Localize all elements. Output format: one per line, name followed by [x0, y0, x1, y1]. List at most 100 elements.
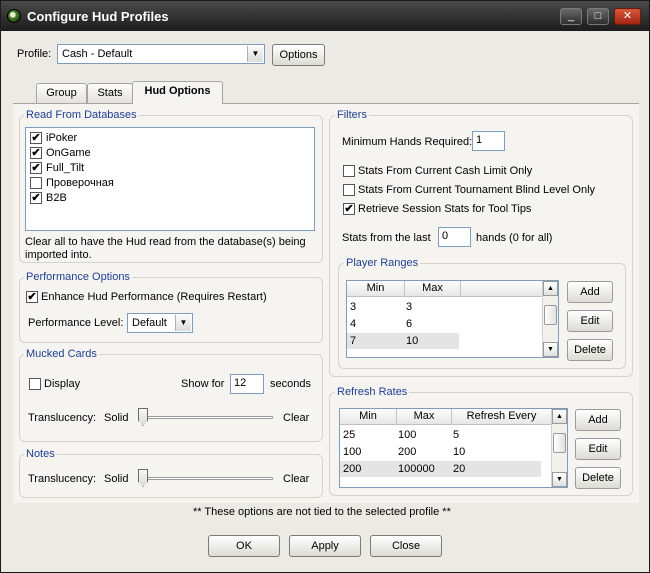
solid-label: Solid: [104, 412, 129, 424]
profile-label: Profile:: [17, 48, 52, 60]
min-hands-input[interactable]: 1: [472, 131, 505, 151]
session-stats-label: Retrieve Session Stats for Tool Tips: [358, 203, 532, 215]
list-item: Full_Tilt: [46, 162, 85, 174]
performance-options-title: Performance Options: [24, 271, 132, 283]
show-for-label: Show for: [181, 378, 225, 390]
table-cell[interactable]: 3: [406, 299, 412, 315]
min-hands-label: Minimum Hands Required:: [342, 136, 473, 148]
table-cell[interactable]: 7: [350, 333, 356, 349]
cash-limit-label: Stats From Current Cash Limit Only: [358, 165, 533, 177]
apply-button[interactable]: Apply: [289, 535, 361, 557]
ok-button[interactable]: OK: [208, 535, 280, 557]
column-header-blank: [461, 281, 543, 297]
solid-label: Solid: [104, 473, 129, 485]
scroll-down-icon[interactable]: ▼: [552, 472, 567, 487]
column-header-max[interactable]: Max: [405, 281, 461, 297]
title-bar: Configure Hud Profiles _ □ ✕: [1, 1, 649, 31]
table-cell[interactable]: 25: [343, 427, 355, 443]
checkbox-ipoker[interactable]: ✔: [30, 132, 42, 144]
close-button[interactable]: Close: [370, 535, 442, 557]
read-from-databases-title: Read From Databases: [24, 109, 139, 121]
tab-hud-options[interactable]: Hud Options: [132, 81, 223, 104]
scroll-thumb[interactable]: [553, 433, 566, 453]
stats-last-label: Stats from the last: [342, 232, 431, 244]
player-ranges-table[interactable]: Min Max 3 3 4 6 7 10 ▲ ▼: [346, 280, 559, 358]
table-cell[interactable]: 10: [453, 444, 465, 460]
player-ranges-title: Player Ranges: [344, 257, 421, 269]
checkbox-full-tilt[interactable]: ✔: [30, 162, 42, 174]
table-cell[interactable]: 6: [406, 316, 412, 332]
profile-select[interactable]: Cash - Default ▼: [57, 44, 265, 64]
column-header-refresh-every[interactable]: Refresh Every: [452, 409, 552, 425]
table-cell[interactable]: 20: [453, 461, 465, 477]
tab-group[interactable]: Group: [36, 83, 87, 103]
app-icon: [7, 9, 21, 23]
checkbox-proverochnaya[interactable]: [30, 177, 42, 189]
list-item: OnGame: [46, 147, 91, 159]
chevron-down-icon[interactable]: ▼: [175, 315, 191, 331]
column-header-min[interactable]: Min: [347, 281, 405, 297]
translucency-label: Translucency:: [28, 412, 97, 424]
player-ranges-delete-button[interactable]: Delete: [567, 339, 613, 361]
checkbox-b2b[interactable]: ✔: [30, 192, 42, 204]
vertical-scrollbar[interactable]: ▲ ▼: [551, 409, 567, 487]
checkbox-ongame[interactable]: ✔: [30, 147, 42, 159]
list-item: iPoker: [46, 132, 78, 144]
seconds-label: seconds: [270, 378, 311, 390]
database-note-line2: imported into.: [25, 249, 92, 261]
enhance-hud-checkbox[interactable]: ✔: [26, 291, 38, 303]
performance-level-select[interactable]: Default ▼: [127, 313, 193, 333]
tournament-blind-label: Stats From Current Tournament Blind Leve…: [358, 184, 596, 196]
player-ranges-edit-button[interactable]: Edit: [567, 310, 613, 332]
performance-level-value: Default: [132, 317, 167, 329]
table-cell[interactable]: 10: [406, 333, 418, 349]
filters-title: Filters: [335, 109, 369, 121]
mucked-translucency-track[interactable]: [139, 416, 273, 419]
refresh-rates-table[interactable]: Min Max Refresh Every 25 100 5 100 200 1…: [339, 408, 568, 488]
table-cell[interactable]: 5: [453, 427, 459, 443]
cash-limit-checkbox[interactable]: [343, 165, 355, 177]
database-list[interactable]: ✔ iPoker ✔ OnGame ✔ Full_Tilt Проверочна…: [25, 127, 315, 231]
notes-translucency-track[interactable]: [139, 477, 273, 480]
maximize-button[interactable]: □: [587, 8, 609, 25]
refresh-rates-edit-button[interactable]: Edit: [575, 438, 621, 460]
scroll-up-icon[interactable]: ▲: [552, 409, 567, 424]
show-for-input[interactable]: 12: [230, 374, 264, 394]
column-header-min[interactable]: Min: [340, 409, 397, 425]
hands-label: hands (0 for all): [476, 232, 553, 244]
player-ranges-add-button[interactable]: Add: [567, 281, 613, 303]
table-cell[interactable]: 200: [343, 461, 361, 477]
close-window-button[interactable]: ✕: [614, 8, 641, 25]
footer-note: ** These options are not tied to the sel…: [193, 506, 451, 518]
table-cell[interactable]: 100: [343, 444, 361, 460]
list-item: B2B: [46, 192, 67, 204]
selected-row-highlight: [347, 333, 459, 349]
table-cell[interactable]: 100: [398, 427, 416, 443]
vertical-scrollbar[interactable]: ▲ ▼: [542, 281, 558, 357]
options-button[interactable]: Options: [272, 44, 325, 66]
table-cell[interactable]: 100000: [398, 461, 435, 477]
scroll-thumb[interactable]: [544, 305, 557, 325]
database-note-line1: Clear all to have the Hud read from the …: [25, 236, 306, 248]
display-checkbox[interactable]: [29, 378, 41, 390]
refresh-rates-delete-button[interactable]: Delete: [575, 467, 621, 489]
minimize-button[interactable]: _: [560, 8, 582, 25]
tournament-blind-checkbox[interactable]: [343, 184, 355, 196]
stats-last-input[interactable]: 0: [438, 227, 471, 247]
refresh-rates-title: Refresh Rates: [335, 386, 410, 398]
list-item: Проверочная: [46, 177, 114, 189]
scroll-down-icon[interactable]: ▼: [543, 342, 558, 357]
performance-level-label: Performance Level:: [28, 317, 124, 329]
table-cell[interactable]: 4: [350, 316, 356, 332]
scroll-up-icon[interactable]: ▲: [543, 281, 558, 296]
tab-stats[interactable]: Stats: [87, 83, 133, 103]
configure-hud-profiles-window: Configure Hud Profiles _ □ ✕ Profile: Ca…: [0, 0, 650, 573]
table-cell[interactable]: 200: [398, 444, 416, 460]
profile-value: Cash - Default: [62, 48, 133, 60]
mucked-cards-title: Mucked Cards: [24, 348, 99, 360]
table-cell[interactable]: 3: [350, 299, 356, 315]
refresh-rates-add-button[interactable]: Add: [575, 409, 621, 431]
chevron-down-icon[interactable]: ▼: [247, 46, 263, 62]
session-stats-checkbox[interactable]: ✔: [343, 203, 355, 215]
column-header-max[interactable]: Max: [397, 409, 452, 425]
